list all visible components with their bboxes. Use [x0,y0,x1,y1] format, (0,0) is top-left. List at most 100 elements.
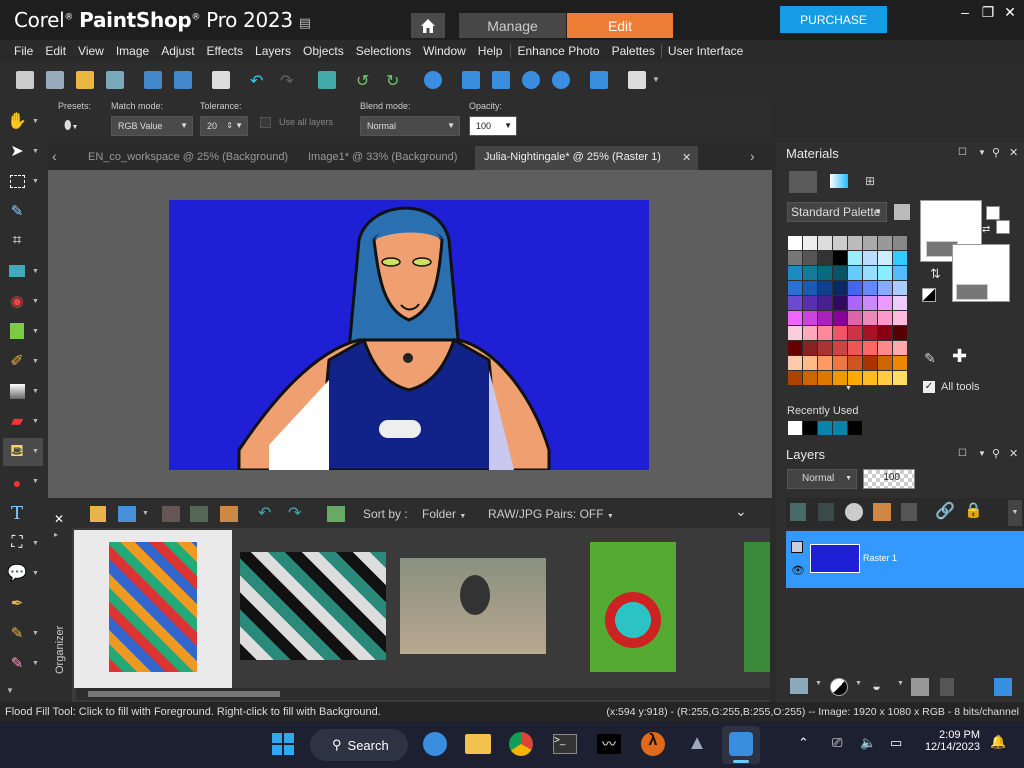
palette-swatch[interactable] [818,371,832,385]
chevron-up-icon[interactable]: ⌃ [798,735,809,751]
taskbar-search[interactable]: ⚲ Search [310,729,408,761]
palette-swatch[interactable] [803,311,817,325]
menu-edit[interactable]: Edit [39,44,72,58]
organizer-pin-icon[interactable]: ▸ [54,530,58,539]
palette-swatch[interactable] [863,326,877,340]
layers-maximize-icon[interactable]: ☐ [958,448,967,459]
palette-swatch[interactable] [893,296,907,310]
doc-tab-en-co-workspace[interactable]: EN_co_workspace @ 25% (Background) [88,146,288,168]
taskbar-app-globe-icon[interactable] [423,732,447,756]
palette-swatch[interactable] [803,296,817,310]
recent-swatch-4[interactable] [833,421,847,435]
pick-tool-icon[interactable]: ➤ [6,140,28,162]
eraser-tool-icon[interactable]: ▰ [6,410,28,432]
menu-help[interactable]: Help [472,44,509,58]
clone-tool-icon[interactable] [6,320,28,342]
thumbnail-diamond-textile[interactable] [109,542,197,672]
tab-edit[interactable]: Edit [567,13,673,38]
new-layer-icon[interactable] [790,678,808,694]
menu-file[interactable]: File [8,44,39,58]
palette-swatch[interactable] [818,356,832,370]
image-canvas[interactable] [169,200,649,470]
layer-edit-icon[interactable] [873,503,891,521]
palette-swatch[interactable] [788,356,802,370]
palette-swatch[interactable] [788,281,802,295]
save-as-icon[interactable] [174,71,192,89]
palette-swatch[interactable] [818,341,832,355]
app-menu-icon[interactable]: ▤ [299,16,311,31]
palette-swatch[interactable] [848,311,862,325]
palette-swatch[interactable] [848,236,862,250]
battery-icon[interactable]: ▭ [890,735,902,751]
app-triangle-icon[interactable]: ▲ [685,732,709,756]
palette-swatch[interactable] [833,281,847,295]
raw-jpg-pairs-dropdown[interactable]: RAW/JPG Pairs: OFF ▼ [488,507,614,521]
palette-swatch[interactable] [848,296,862,310]
palette-swatch[interactable] [833,371,847,385]
palette-swatch[interactable] [878,356,892,370]
palette-swatch[interactable] [893,251,907,265]
palette-swatch[interactable] [878,266,892,280]
organizer-close-icon[interactable]: ✕ [54,512,64,526]
palette-swatch[interactable] [818,326,832,340]
swap-colors-icon[interactable]: ⇅ [930,266,941,282]
use-all-layers-checkbox[interactable] [260,117,271,128]
palette-swatch[interactable] [878,296,892,310]
rotate-right-icon[interactable]: ↻ [386,71,404,90]
recent-swatch-5[interactable] [848,421,862,435]
sort-by-dropdown[interactable]: Folder ▼ [422,507,466,521]
palette-swatch[interactable] [863,371,877,385]
palette-swatch[interactable] [878,251,892,265]
organizer-capture-icon[interactable] [327,506,345,522]
palette-swatch[interactable] [863,266,877,280]
network-icon[interactable]: ⎚ [832,735,842,751]
layer-properties-icon[interactable] [994,678,1012,696]
palette-swatch[interactable] [803,371,817,385]
menu-user-interface[interactable]: User Interface [660,44,749,58]
palette-swatch[interactable] [863,251,877,265]
organizer-rotate-right-icon[interactable]: ↷ [288,503,301,523]
reset-colors-icon[interactable] [922,288,936,302]
chevron-down-icon[interactable]: ▼ [855,680,862,687]
undo-icon[interactable]: ↶ [250,71,268,90]
thumbnail-tiles[interactable] [240,552,386,660]
taskbar-clock[interactable]: 2:09 PM 12/14/2023 [920,729,980,753]
materials-close-icon[interactable]: ✕ [1009,146,1018,159]
layer-visibility-icon[interactable] [845,503,863,521]
bg-small-swatch[interactable] [996,220,1010,234]
menu-objects[interactable]: Objects [297,44,350,58]
adjustment-layer-icon[interactable] [830,678,848,696]
menu-palettes[interactable]: Palettes [606,44,661,58]
palette-swatch[interactable] [863,311,877,325]
delete-layer-icon[interactable] [940,678,954,696]
retouch-tool-icon[interactable]: ✎ [6,652,28,674]
recent-swatch-1[interactable] [788,421,802,435]
opacity-field[interactable]: 100 ▼ [469,116,517,136]
volume-icon[interactable]: 🔈 [860,735,876,751]
layer-eye-icon[interactable]: 👁 [791,566,805,577]
menu-adjust[interactable]: Adjust [155,44,200,58]
organizer-scroll-thumb[interactable] [88,691,280,697]
palette-swatch[interactable] [833,236,847,250]
layers-pin-icon[interactable]: ⚲ [992,447,1000,460]
palette-swatch[interactable] [833,266,847,280]
layer-group-icon[interactable] [791,541,803,553]
pan-tool-icon[interactable]: ✋ [6,110,28,132]
browse-icon[interactable] [106,71,124,89]
purchase-button[interactable]: PURCHASE [780,6,887,33]
palette-swatch[interactable] [863,341,877,355]
palette-swatch[interactable] [803,281,817,295]
fg-small-swatch[interactable] [986,206,1000,220]
organizer-tag2-icon[interactable] [190,506,208,522]
paste-icon[interactable] [628,71,646,89]
palette-list-icon[interactable] [894,204,910,220]
presets-dropdown[interactable]: ⬮▼ [64,118,90,136]
print-icon[interactable] [212,71,230,89]
shape-tool-icon[interactable]: ⛶ [6,532,28,554]
palette-swatch[interactable] [848,281,862,295]
menu-window[interactable]: Window [417,44,472,58]
palette-swatch[interactable] [848,326,862,340]
tolerance-stepper[interactable]: 20 ⇕ ▼ [200,116,248,136]
palette-swatch[interactable] [803,356,817,370]
layer-move-down-icon[interactable] [818,503,834,521]
